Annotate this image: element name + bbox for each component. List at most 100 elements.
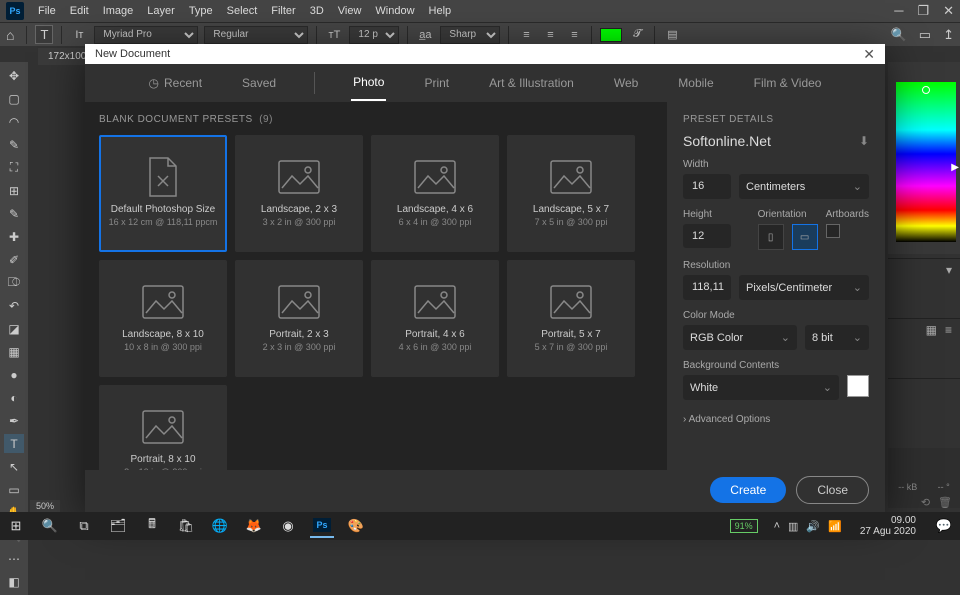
eyedropper-tool[interactable]: ✎ <box>4 204 24 223</box>
create-button[interactable]: Create <box>710 477 786 503</box>
battery-indicator[interactable]: 91% <box>730 519 758 533</box>
antialias-select[interactable]: Sharp <box>440 26 500 44</box>
menu-edit[interactable]: Edit <box>70 5 89 17</box>
grid-view-icon[interactable]: ▦ <box>926 323 937 337</box>
edge-icon[interactable]: 🌐 <box>208 514 232 538</box>
trash-icon[interactable]: 🗑 <box>938 496 952 509</box>
document-name[interactable]: Softonline.Net <box>683 133 771 149</box>
advanced-options[interactable]: › Advanced Options <box>683 414 869 425</box>
panel-menu-icon[interactable]: ▾ <box>946 263 952 277</box>
move-tool[interactable]: ✥ <box>4 66 24 85</box>
close-button[interactable]: Close <box>796 476 869 504</box>
explorer-icon[interactable]: 🗂 <box>106 514 130 538</box>
search-icon[interactable]: 🔍 <box>891 27 907 43</box>
menu-3d[interactable]: 3D <box>310 5 324 17</box>
foreground-color[interactable]: ◧ <box>4 572 24 591</box>
lasso-tool[interactable]: ◠ <box>4 112 24 131</box>
color-mode-select[interactable]: RGB Color⌄ <box>683 325 797 350</box>
bg-color-swatch[interactable] <box>847 375 869 397</box>
quick-select-tool[interactable]: ✎ <box>4 135 24 154</box>
character-panel-icon[interactable]: ▤ <box>663 26 681 44</box>
search-icon[interactable]: 🔍 <box>38 514 62 538</box>
color-picker-strip[interactable]: ▶ <box>896 82 956 242</box>
save-preset-icon[interactable]: ⬇ <box>859 134 869 148</box>
minimize-button[interactable]: ─ <box>894 3 903 19</box>
height-field[interactable]: 12 <box>683 224 731 248</box>
warp-text-icon[interactable]: 𝓣 <box>628 26 646 44</box>
tab-photo[interactable]: Photo <box>351 65 386 101</box>
store-icon[interactable]: 🛍 <box>174 514 198 538</box>
orientation-toggle-icon[interactable]: Iт <box>70 26 88 44</box>
maximize-button[interactable]: ❐ <box>917 3 929 19</box>
tab-saved[interactable]: Saved <box>240 66 278 100</box>
color-cursor[interactable] <box>922 86 930 94</box>
preset-card[interactable]: Landscape, 5 x 77 x 5 in @ 300 ppi <box>507 135 635 252</box>
close-button[interactable]: ✕ <box>943 3 954 19</box>
bg-contents-select[interactable]: White⌄ <box>683 375 839 400</box>
orientation-landscape[interactable]: ▭ <box>792 224 818 250</box>
preset-card[interactable]: Landscape, 8 x 1010 x 8 in @ 300 ppi <box>99 260 227 377</box>
dodge-tool[interactable]: ◐ <box>4 388 24 407</box>
menu-select[interactable]: Select <box>227 5 258 17</box>
network-icon[interactable]: ▥ <box>788 520 798 533</box>
close-icon[interactable]: ✕ <box>863 46 875 63</box>
notifications-icon[interactable]: 💬 <box>932 514 956 538</box>
width-field[interactable]: 16 <box>683 174 731 199</box>
menu-file[interactable]: File <box>38 5 56 17</box>
taskbar-clock[interactable]: 09.00 27 Agu 2020 <box>860 515 916 537</box>
menu-window[interactable]: Window <box>375 5 414 17</box>
preset-card[interactable]: Default Photoshop Size16 x 12 cm @ 118,1… <box>99 135 227 252</box>
start-button[interactable]: ⊞ <box>4 514 28 538</box>
menu-view[interactable]: View <box>338 5 362 17</box>
healing-tool[interactable]: ✚ <box>4 227 24 246</box>
font-style-select[interactable]: Regular <box>204 26 308 44</box>
artboards-checkbox[interactable] <box>826 224 840 238</box>
width-unit-select[interactable]: Centimeters⌄ <box>739 174 869 199</box>
volume-icon[interactable]: 🔊 <box>806 520 820 533</box>
firefox-icon[interactable]: 🦊 <box>242 514 266 538</box>
pen-tool[interactable]: ✒ <box>4 411 24 430</box>
frame-tool[interactable]: ⊞ <box>4 181 24 200</box>
paint-icon[interactable]: 🎨 <box>344 514 368 538</box>
tab-recent[interactable]: ◷Recent <box>147 66 205 100</box>
menu-type[interactable]: Type <box>189 5 213 17</box>
wifi-icon[interactable]: 📶 <box>828 520 842 533</box>
tab-mobile[interactable]: Mobile <box>676 66 715 100</box>
align-center-icon[interactable]: ≡ <box>541 26 559 44</box>
orientation-portrait[interactable]: ▯ <box>758 224 784 250</box>
preset-card[interactable]: Portrait, 5 x 75 x 7 in @ 300 ppi <box>507 260 635 377</box>
align-left-icon[interactable]: ≡ <box>517 26 535 44</box>
eraser-tool[interactable]: ◪ <box>4 319 24 338</box>
tab-film[interactable]: Film & Video <box>752 66 824 100</box>
task-view-icon[interactable]: ⧉ <box>72 514 96 538</box>
gradient-tool[interactable]: ▦ <box>4 342 24 361</box>
font-family-select[interactable]: Myriad Pro <box>94 26 198 44</box>
stamp-tool[interactable]: ⎄ <box>4 273 24 292</box>
menu-help[interactable]: Help <box>429 5 452 17</box>
resolution-unit-select[interactable]: Pixels/Centimeter⌄ <box>739 275 869 300</box>
crop-tool[interactable]: ⛶ <box>4 158 24 177</box>
photoshop-taskbar-icon[interactable]: Ps <box>310 514 334 538</box>
list-view-icon[interactable]: ≡ <box>945 323 952 337</box>
preset-card[interactable]: Portrait, 8 x 108 x 10 in @ 300 ppi <box>99 385 227 470</box>
brush-tool[interactable]: ✐ <box>4 250 24 269</box>
align-right-icon[interactable]: ≡ <box>565 26 583 44</box>
preset-card[interactable]: Landscape, 4 x 66 x 4 in @ 300 ppi <box>371 135 499 252</box>
menu-image[interactable]: Image <box>103 5 134 17</box>
calculator-icon[interactable]: 🖩 <box>140 514 164 538</box>
preset-card[interactable]: Portrait, 2 x 32 x 3 in @ 300 ppi <box>235 260 363 377</box>
tray-chevron-icon[interactable]: ˄ <box>774 520 780 532</box>
text-color-swatch[interactable] <box>600 28 622 42</box>
type-tool[interactable]: T <box>4 434 24 453</box>
preset-card[interactable]: Portrait, 4 x 64 x 6 in @ 300 ppi <box>371 260 499 377</box>
font-size-select[interactable]: 12 pt <box>349 26 399 44</box>
blur-tool[interactable]: ● <box>4 365 24 384</box>
share-icon[interactable]: ↥ <box>943 27 954 43</box>
menu-filter[interactable]: Filter <box>271 5 295 17</box>
tab-print[interactable]: Print <box>422 66 451 100</box>
chrome-icon[interactable]: ◉ <box>276 514 300 538</box>
preset-card[interactable]: Landscape, 2 x 33 x 2 in @ 300 ppi <box>235 135 363 252</box>
tab-web[interactable]: Web <box>612 66 640 100</box>
edit-toolbar[interactable]: ⋯ <box>4 549 24 568</box>
menu-layer[interactable]: Layer <box>147 5 175 17</box>
